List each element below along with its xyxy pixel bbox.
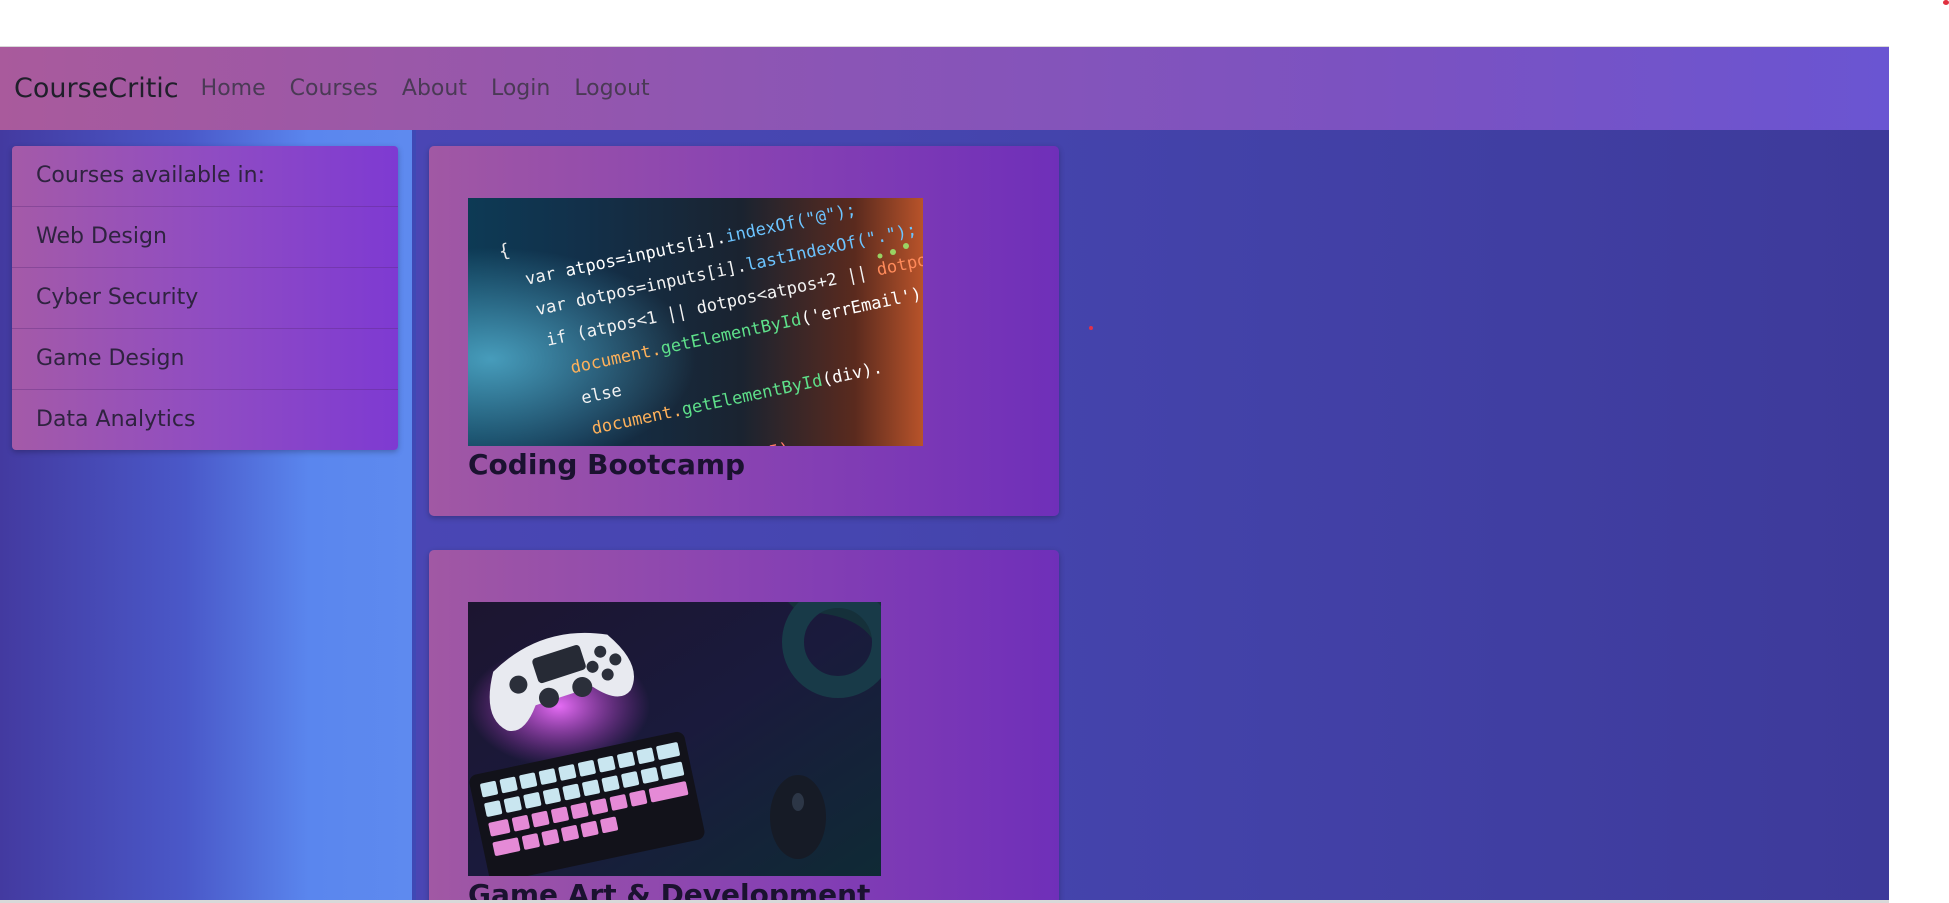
cursor-dot: [1089, 326, 1093, 330]
navbar: CourseCritic Home Courses About Login Lo…: [0, 47, 1889, 130]
card-title[interactable]: Game Art & Development: [468, 878, 870, 900]
browser-top-area: [0, 0, 1949, 46]
code-editor-image[interactable]: { var atpos=inputs[i].indexOf("@"); var …: [468, 198, 923, 446]
course-card[interactable]: { var atpos=inputs[i].indexOf("@"); var …: [429, 146, 1059, 516]
sidebar-item-game-design[interactable]: Game Design: [12, 329, 398, 390]
sidebar-item-data-analytics[interactable]: Data Analytics: [12, 390, 398, 450]
nav-about[interactable]: About: [402, 76, 467, 101]
gaming-gear-image[interactable]: [468, 602, 881, 876]
nav-login[interactable]: Login: [491, 76, 550, 101]
sidebar-item-cyber-security[interactable]: Cyber Security: [12, 268, 398, 329]
sidebar-item-web-design[interactable]: Web Design: [12, 207, 398, 268]
list-header: Courses available in:: [12, 146, 398, 207]
nav-logout[interactable]: Logout: [574, 76, 649, 101]
corner-dot: [1943, 0, 1949, 5]
course-card[interactable]: Game Art & Development: [429, 550, 1059, 900]
nav-home[interactable]: Home: [201, 76, 266, 101]
column-divider: [412, 130, 416, 900]
nav-courses[interactable]: Courses: [290, 76, 378, 101]
card-title[interactable]: Coding Bootcamp: [468, 448, 745, 481]
sidebar: Courses available in: Web Design Cyber S…: [0, 130, 412, 900]
page-content: Courses available in: Web Design Cyber S…: [0, 130, 1889, 900]
brand-link[interactable]: CourseCritic: [14, 73, 179, 104]
course-category-list: Courses available in: Web Design Cyber S…: [12, 146, 398, 450]
